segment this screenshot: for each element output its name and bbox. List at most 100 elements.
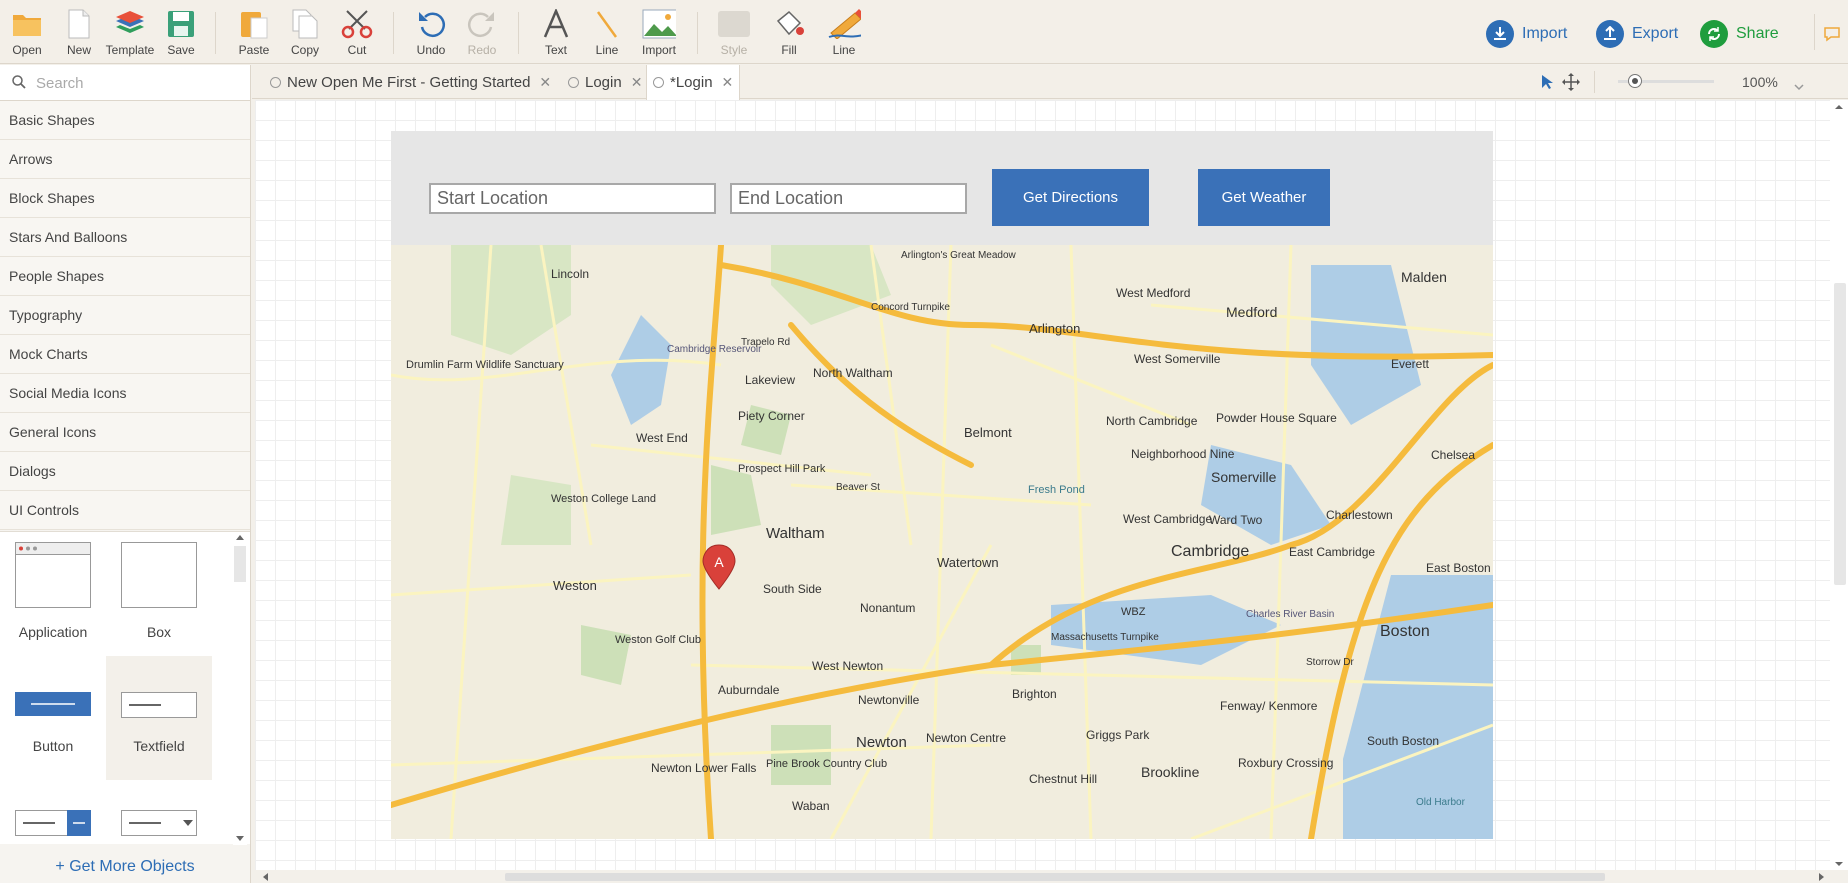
tab-login[interactable]: Login ✕: [562, 65, 648, 99]
toolbar-separator: [697, 12, 698, 54]
line-style-button[interactable]: Line: [821, 8, 867, 60]
svg-text:East Boston: East Boston: [1426, 561, 1491, 575]
map-graphic: A Lincoln Arlington's Great Meadow West …: [391, 245, 1493, 839]
pencil-icon: [827, 8, 861, 40]
close-icon[interactable]: ✕: [539, 74, 551, 91]
line-icon: [590, 8, 624, 40]
cut-button[interactable]: Cut: [339, 8, 375, 60]
svg-text:Chestnut Hill: Chestnut Hill: [1029, 772, 1097, 786]
category-people-shapes[interactable]: People Shapes: [0, 257, 250, 296]
pan-tool-icon[interactable]: [1562, 73, 1580, 96]
svg-text:Everett: Everett: [1391, 357, 1430, 371]
svg-text:Cambridge: Cambridge: [1171, 543, 1249, 560]
template-button[interactable]: Template: [106, 8, 154, 60]
svg-text:Waban: Waban: [792, 799, 830, 813]
toolbar-separator: [215, 12, 216, 54]
svg-text:South Side: South Side: [763, 582, 822, 596]
category-dialogs[interactable]: Dialogs: [0, 452, 250, 491]
category-basic-shapes[interactable]: Basic Shapes: [0, 101, 250, 140]
shape-button[interactable]: Button: [0, 656, 106, 780]
shape-box[interactable]: Box: [106, 542, 212, 666]
template-icon: [113, 8, 147, 40]
shape-application[interactable]: Application: [0, 542, 106, 666]
get-weather-button[interactable]: Get Weather: [1198, 169, 1330, 226]
svg-text:West Cambridge: West Cambridge: [1123, 512, 1212, 526]
svg-text:WBZ: WBZ: [1121, 606, 1146, 618]
box-icon: [121, 542, 197, 608]
comment-icon[interactable]: [1824, 26, 1840, 47]
canvas-vertical-scrollbar[interactable]: [1830, 100, 1848, 870]
open-button[interactable]: Open: [9, 8, 45, 60]
import-image-button[interactable]: Import: [638, 8, 680, 60]
map-image[interactable]: A Lincoln Arlington's Great Meadow West …: [391, 245, 1493, 839]
image-import-icon: [642, 8, 676, 40]
share-button[interactable]: Share: [1700, 18, 1779, 50]
zoom-level[interactable]: 100%: [1742, 74, 1778, 90]
svg-text:A: A: [714, 554, 724, 570]
canvas-horizontal-scrollbar[interactable]: [255, 870, 1832, 883]
category-mock-charts[interactable]: Mock Charts: [0, 335, 250, 374]
toolbar-separator: [518, 12, 519, 54]
toolbar-separator: [1814, 14, 1815, 50]
tab-login-active[interactable]: *Login ✕: [646, 65, 741, 100]
export-button[interactable]: Export: [1596, 18, 1678, 50]
svg-text:Weston Golf Club: Weston Golf Club: [615, 634, 701, 646]
fill-button[interactable]: Fill: [771, 8, 807, 60]
new-page-icon: [62, 8, 96, 40]
category-arrows[interactable]: Arrows: [0, 140, 250, 179]
svg-text:West Medford: West Medford: [1116, 286, 1190, 300]
svg-text:Weston: Weston: [553, 578, 597, 593]
category-social-media-icons[interactable]: Social Media Icons: [0, 374, 250, 413]
svg-text:Lincoln: Lincoln: [551, 267, 589, 281]
share-icon: [1700, 20, 1728, 48]
svg-text:Roxbury Crossing: Roxbury Crossing: [1238, 756, 1333, 770]
category-block-shapes[interactable]: Block Shapes: [0, 179, 250, 218]
svg-text:Powder House Square: Powder House Square: [1216, 411, 1337, 425]
save-icon: [164, 8, 198, 40]
tab-getting-started[interactable]: New Open Me First - Getting Started ✕: [264, 65, 557, 99]
search-input[interactable]: [36, 69, 246, 97]
close-icon[interactable]: ✕: [722, 74, 734, 91]
shape-panel-scrollbar[interactable]: [233, 532, 247, 845]
svg-text:Trapelo Rd: Trapelo Rd: [741, 337, 790, 348]
svg-text:Newton: Newton: [856, 734, 907, 751]
svg-text:Auburndale: Auburndale: [718, 683, 780, 697]
zoom-slider-knob[interactable]: [1628, 74, 1642, 88]
get-more-objects-link[interactable]: + Get More Objects: [0, 851, 250, 883]
line-tool-button[interactable]: Line: [590, 8, 624, 60]
close-icon[interactable]: ✕: [631, 74, 643, 91]
category-stars-and-balloons[interactable]: Stars And Balloons: [0, 218, 250, 257]
get-directions-button[interactable]: Get Directions: [992, 169, 1149, 226]
paste-icon: [237, 8, 271, 40]
text-button[interactable]: Text: [539, 8, 573, 60]
style-icon: [717, 8, 751, 40]
pointer-tool-icon[interactable]: [1540, 74, 1554, 95]
undo-button[interactable]: Undo: [414, 8, 448, 60]
import-icon: [1486, 20, 1514, 48]
category-typography[interactable]: Typography: [0, 296, 250, 335]
redo-button[interactable]: Redo: [465, 8, 499, 60]
import-button[interactable]: Import: [1486, 18, 1567, 50]
dropdown-shape-icon[interactable]: [121, 810, 197, 836]
end-location-field[interactable]: End Location: [730, 183, 967, 214]
category-general-icons[interactable]: General Icons: [0, 413, 250, 452]
zoom-dropdown-icon[interactable]: [1794, 78, 1804, 96]
copy-button[interactable]: Copy: [288, 8, 322, 60]
shape-panel: Application Box Button Textfield: [0, 531, 250, 845]
save-button[interactable]: Save: [164, 8, 198, 60]
paste-button[interactable]: Paste: [236, 8, 272, 60]
svg-text:Storrow Dr: Storrow Dr: [1306, 657, 1354, 668]
shape-library-sidebar: Basic Shapes Arrows Block Shapes Stars A…: [0, 65, 251, 883]
svg-text:Drumlin Farm Wildlife Sanctuar: Drumlin Farm Wildlife Sanctuary: [406, 359, 564, 371]
style-button[interactable]: Style: [716, 8, 752, 60]
svg-text:North Waltham: North Waltham: [813, 366, 893, 380]
shape-textfield[interactable]: Textfield: [106, 656, 212, 780]
stepper-shape-icon[interactable]: [15, 810, 91, 836]
new-button[interactable]: New: [62, 8, 96, 60]
svg-text:Newton Lower Falls: Newton Lower Falls: [651, 761, 756, 775]
svg-text:Malden: Malden: [1401, 269, 1447, 285]
svg-text:Newton Centre: Newton Centre: [926, 731, 1006, 745]
start-location-field[interactable]: Start Location: [429, 183, 716, 214]
search-box: [0, 65, 250, 101]
category-ui-controls[interactable]: UI Controls: [0, 491, 250, 530]
